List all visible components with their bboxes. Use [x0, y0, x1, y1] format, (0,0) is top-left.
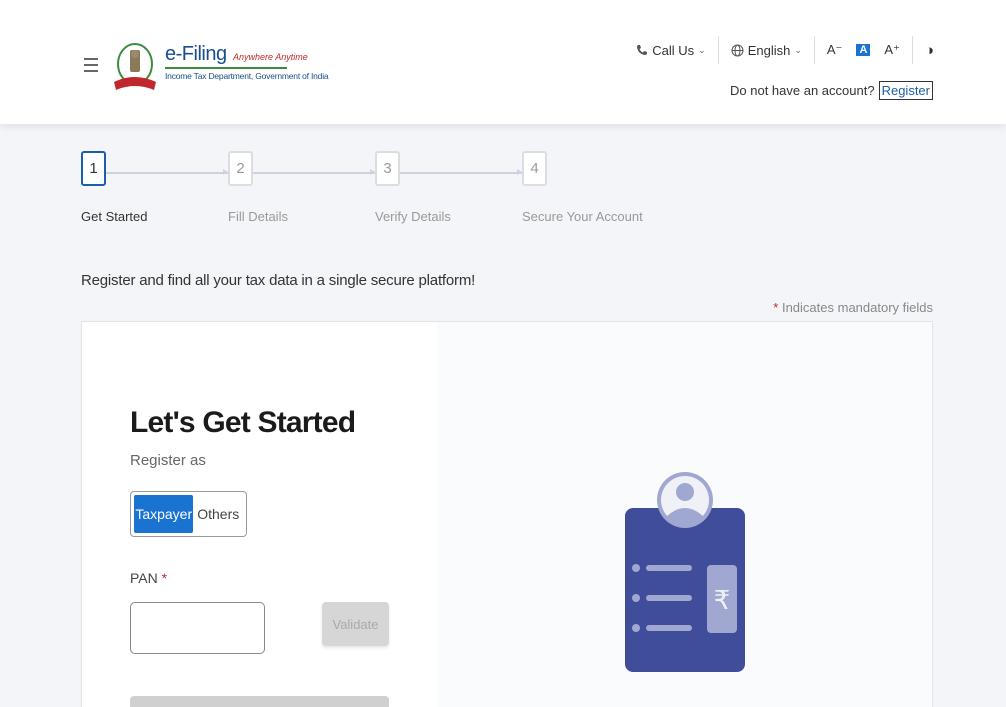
- brand-logo[interactable]: e-Filing Anywhere Anytime Income Tax Dep…: [165, 43, 329, 81]
- rupee-icon: ₹: [714, 586, 731, 616]
- step-number: 1: [81, 151, 106, 186]
- register-link[interactable]: Register: [878, 81, 933, 100]
- step-number: 2: [228, 151, 253, 186]
- brand-subtitle: Income Tax Department, Government of Ind…: [165, 71, 329, 81]
- phone-icon: [637, 45, 648, 55]
- intro-text: Register and find all your tax data in a…: [81, 272, 476, 289]
- account-prompt-text: Do not have an account?: [730, 83, 875, 98]
- account-prompt: Do not have an account? Register: [730, 81, 933, 100]
- step-number: 4: [522, 151, 547, 186]
- register-as-label: Register as: [130, 452, 206, 469]
- required-star: *: [161, 570, 168, 586]
- mandatory-note: * Indicates mandatory fields: [773, 300, 933, 315]
- others-option[interactable]: Others: [193, 495, 243, 533]
- chevron-down-icon: ⌄: [698, 44, 706, 55]
- utility-bar: Call Us ⌄ English ⌄ A⁻ A A⁺ ◑: [624, 36, 934, 64]
- step-connector: [253, 169, 375, 175]
- font-size-controls: A⁻ A A⁺: [815, 42, 912, 58]
- globe-icon: [731, 44, 744, 56]
- step-label: Secure Your Account: [522, 209, 643, 224]
- government-emblem-logo: [114, 43, 156, 90]
- font-decrease-button[interactable]: A⁻: [827, 42, 843, 58]
- taxpayer-option[interactable]: Taxpayer: [134, 495, 194, 533]
- taxpayer-id-card-illustration: ₹: [625, 472, 745, 672]
- site-header: e-Filing Anywhere Anytime Income Tax Dep…: [0, 0, 1006, 124]
- call-us-label: Call Us: [652, 42, 695, 58]
- brand-tagline: Anywhere Anytime: [233, 52, 308, 62]
- mandatory-note-text: Indicates mandatory fields: [781, 300, 933, 315]
- step-number: 3: [375, 151, 400, 186]
- call-us-dropdown[interactable]: Call Us ⌄: [624, 43, 717, 58]
- font-increase-button[interactable]: A⁺: [884, 42, 900, 58]
- step-label: Verify Details: [375, 209, 451, 224]
- brand-divider: [165, 67, 287, 69]
- language-label: English: [747, 42, 791, 58]
- pan-input[interactable]: [130, 602, 265, 654]
- contrast-toggle-icon[interactable]: ◑: [913, 42, 934, 59]
- validate-button[interactable]: Validate: [322, 602, 389, 646]
- step-connector: [106, 169, 228, 175]
- step-get-started: 1 Get Started: [81, 151, 147, 224]
- step-secure-account: 4 Secure Your Account: [522, 151, 643, 224]
- brand-title: e-Filing: [165, 43, 227, 65]
- required-star: *: [773, 300, 779, 315]
- form-panel: Let's Get Started Register as Taxpayer O…: [82, 322, 437, 707]
- step-label: Get Started: [81, 209, 148, 224]
- step-connector: [400, 169, 522, 175]
- pan-label-text: PAN: [130, 570, 158, 586]
- language-dropdown[interactable]: English ⌄: [719, 43, 814, 58]
- continue-button[interactable]: [130, 696, 389, 707]
- step-fill-details: 2 Fill Details: [228, 151, 288, 224]
- registration-card: Let's Get Started Register as Taxpayer O…: [81, 321, 933, 707]
- hamburger-menu-icon[interactable]: [84, 58, 98, 72]
- step-verify-details: 3 Verify Details: [375, 151, 451, 224]
- chevron-down-icon: ⌄: [794, 44, 802, 55]
- pan-label: PAN *: [130, 570, 167, 586]
- step-label: Fill Details: [228, 209, 288, 224]
- font-default-button[interactable]: A: [856, 44, 871, 56]
- form-title: Let's Get Started: [130, 406, 356, 439]
- register-as-toggle: Taxpayer Others: [130, 491, 247, 537]
